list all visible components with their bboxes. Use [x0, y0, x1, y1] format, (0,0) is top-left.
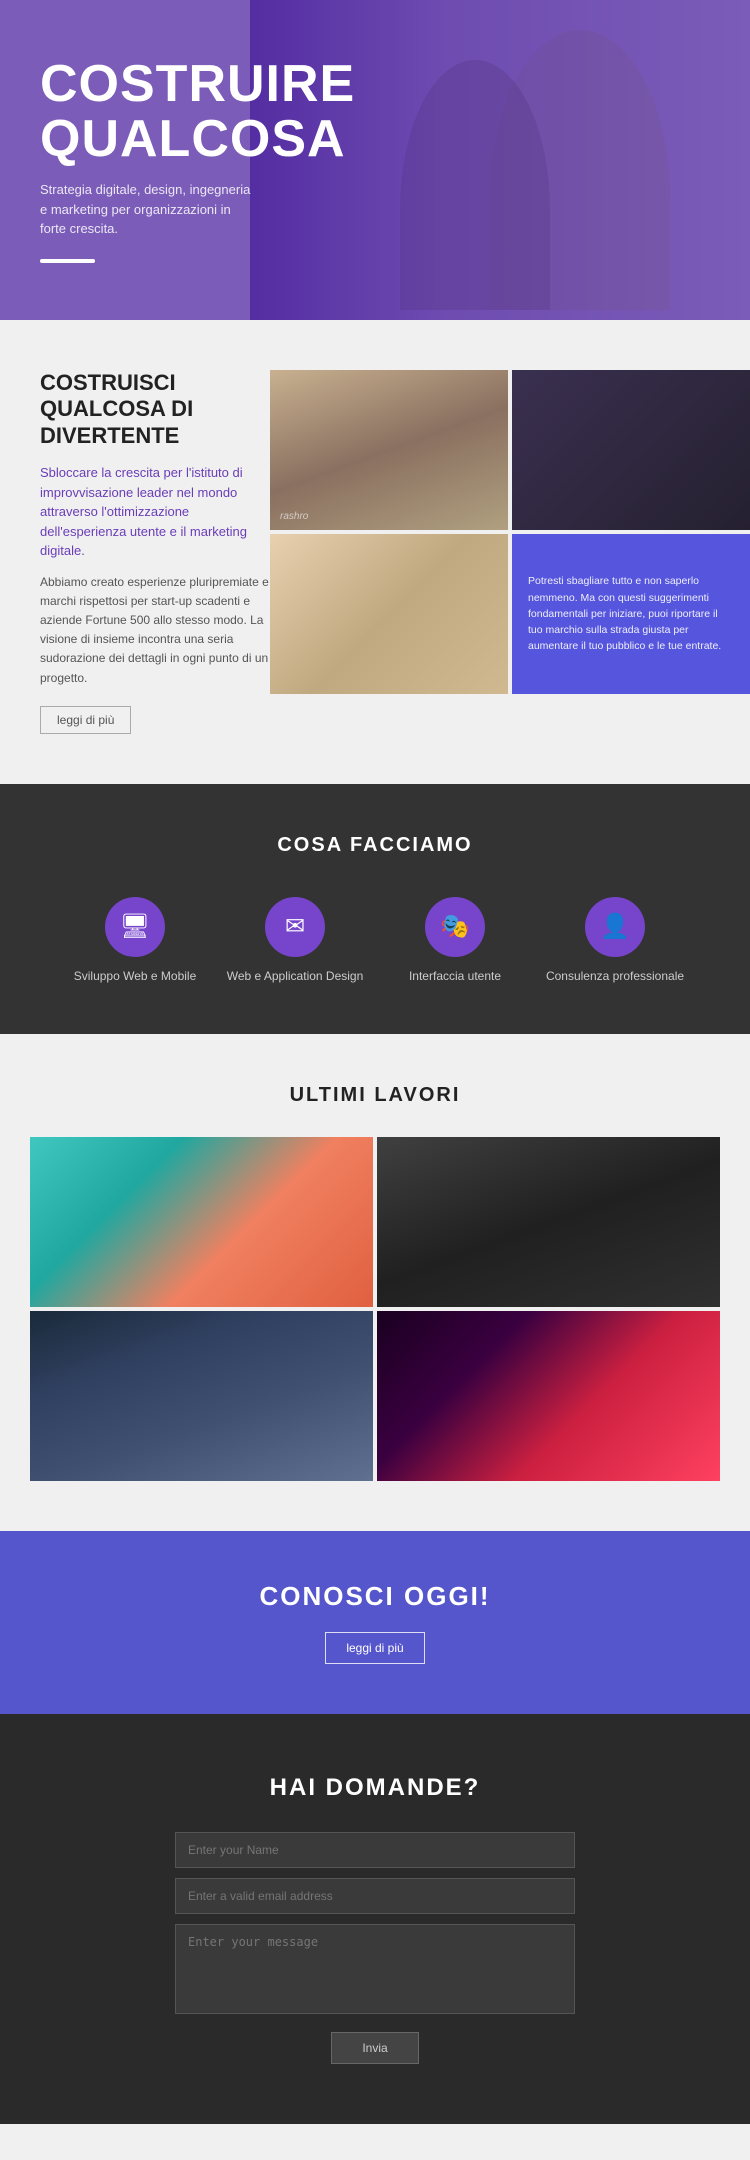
build-readmore-button[interactable]: leggi di più: [40, 706, 131, 734]
work-image-3: [30, 1311, 373, 1481]
build-image-purple: Potresti sbagliare tutto e non saperlo n…: [512, 534, 750, 694]
cta-section: CONOSCI OGGI! leggi di più: [0, 1531, 750, 1714]
contact-email-input[interactable]: [175, 1878, 575, 1914]
build-section: COSTRUISCI QUALCOSA DI DIVERTENTE Sblocc…: [0, 320, 750, 784]
works-section: ULTIMI LAVORI: [0, 1034, 750, 1531]
build-title: COSTRUISCI QUALCOSA DI DIVERTENTE: [40, 370, 270, 449]
build-image-dark: [512, 370, 750, 530]
build-title-l2: QUALCOSA DI: [40, 396, 193, 421]
works-title: ULTIMI LAVORI: [30, 1084, 720, 1107]
build-images: Potresti sbagliare tutto e non saperlo n…: [270, 370, 750, 734]
services-title: COSA FACCIAMO: [40, 834, 710, 857]
service-icon-consulting: 👤: [585, 897, 645, 957]
service-item-ui: 🎭 Interfaccia utente: [375, 897, 535, 985]
service-item-web-mobile: 🖥 Sviluppo Web e Mobile: [55, 897, 215, 985]
service-label-consulting: Consulenza professionale: [546, 969, 684, 985]
service-label-ui: Interfaccia utente: [409, 969, 501, 985]
works-grid: [30, 1137, 720, 1481]
work-image-2: [377, 1137, 720, 1307]
cta-readmore-button[interactable]: leggi di più: [325, 1632, 424, 1664]
hero-title-line1: COSTRUIRE: [40, 55, 355, 113]
hero-content: COSTRUIRE QUALCOSA Strategia digitale, d…: [40, 57, 390, 263]
service-item-consulting: 👤 Consulenza professionale: [535, 897, 695, 985]
build-image-books: [270, 534, 508, 694]
work-image-4: [377, 1311, 720, 1481]
service-label-app-design: Web e Application Design: [227, 969, 364, 985]
hero-title-line2: QUALCOSA: [40, 110, 346, 168]
build-image-purple-text: Potresti sbagliare tutto e non saperlo n…: [528, 573, 734, 654]
contact-message-input[interactable]: [175, 1924, 575, 2014]
contact-name-input[interactable]: [175, 1832, 575, 1868]
hero-subtitle: Strategia digitale, design, ingegneria e…: [40, 180, 260, 239]
work-image-1: [30, 1137, 373, 1307]
hero-section: COSTRUIRE QUALCOSA Strategia digitale, d…: [0, 0, 750, 320]
build-body: Abbiamo creato esperienze pluripremiate …: [40, 573, 270, 688]
service-icon-web-mobile: 🖥: [105, 897, 165, 957]
build-title-l3: DIVERTENTE: [40, 423, 179, 448]
contact-section: HAI DOMANDE? Invia: [0, 1714, 750, 2124]
services-section: COSA FACCIAMO 🖥 Sviluppo Web e Mobile ✉ …: [0, 784, 750, 1035]
build-title-l1: COSTRUISCI: [40, 370, 176, 395]
service-icon-ui: 🎭: [425, 897, 485, 957]
contact-form: Invia: [175, 1832, 575, 2064]
build-subtitle: Sbloccare la crescita per l'istituto di …: [40, 463, 270, 561]
hero-title: COSTRUIRE QUALCOSA: [40, 57, 390, 166]
service-item-app-design: ✉ Web e Application Design: [215, 897, 375, 985]
service-label-web-mobile: Sviluppo Web e Mobile: [74, 969, 197, 985]
services-grid: 🖥 Sviluppo Web e Mobile ✉ Web e Applicat…: [40, 897, 710, 985]
service-icon-app-design: ✉: [265, 897, 325, 957]
build-left: COSTRUISCI QUALCOSA DI DIVERTENTE Sblocc…: [0, 370, 270, 734]
contact-title: HAI DOMANDE?: [40, 1774, 710, 1802]
build-inner: COSTRUISCI QUALCOSA DI DIVERTENTE Sblocc…: [0, 370, 750, 734]
build-image-workshop: [270, 370, 508, 530]
contact-submit-button[interactable]: Invia: [331, 2032, 418, 2064]
hero-decorative-line: [40, 259, 95, 263]
cta-title: CONOSCI OGGI!: [40, 1581, 710, 1612]
